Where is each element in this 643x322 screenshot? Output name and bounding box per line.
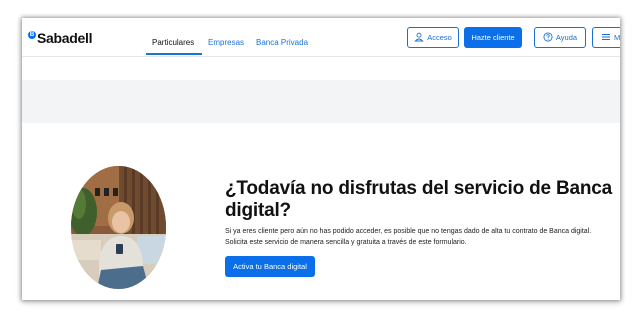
nav-empresas[interactable]: Empresas [208,38,244,47]
description-line-1: Si ya eres cliente pero aún no has podid… [225,228,592,235]
gray-banner-band [22,80,620,123]
activa-banca-digital-button[interactable]: Activa tu Banca digital [225,256,315,277]
user-icon [414,32,424,44]
active-tab-indicator [146,53,202,55]
ayuda-button[interactable]: Ayuda [534,27,586,48]
nav-banca-privada[interactable]: Banca Privada [256,38,308,47]
logo-mark: B [28,30,36,39]
cta-label: Activa tu Banca digital [233,262,307,271]
description-line-2: Solicita este servicio de manera sencill… [225,239,467,246]
sabadell-logo[interactable]: B Sabadell [28,30,92,46]
headline: ¿Todavía no disfrutas del servicio de Ba… [225,178,612,221]
ayuda-label: Ayuda [555,33,578,42]
hazte-cliente-label: Hazte cliente [471,33,515,42]
description: Si ya eres cliente pero aún no has podid… [225,226,620,248]
hazte-cliente-button[interactable]: Hazte cliente [464,27,522,48]
hamburger-menu-icon [601,32,611,44]
menu-button[interactable]: M [592,27,620,48]
menu-label: M [614,33,620,42]
help-circle-icon [543,31,553,44]
woman-with-phone-photo [71,166,166,289]
logo-text: Sabadell [37,30,93,46]
nav-particulares[interactable]: Particulares [152,38,194,47]
acceso-label: Acceso [427,33,452,42]
site-header: B Sabadell Particulares Empresas Banca P… [22,18,620,57]
acceso-button[interactable]: Acceso [407,27,459,48]
browser-frame: B Sabadell Particulares Empresas Banca P… [22,18,620,300]
